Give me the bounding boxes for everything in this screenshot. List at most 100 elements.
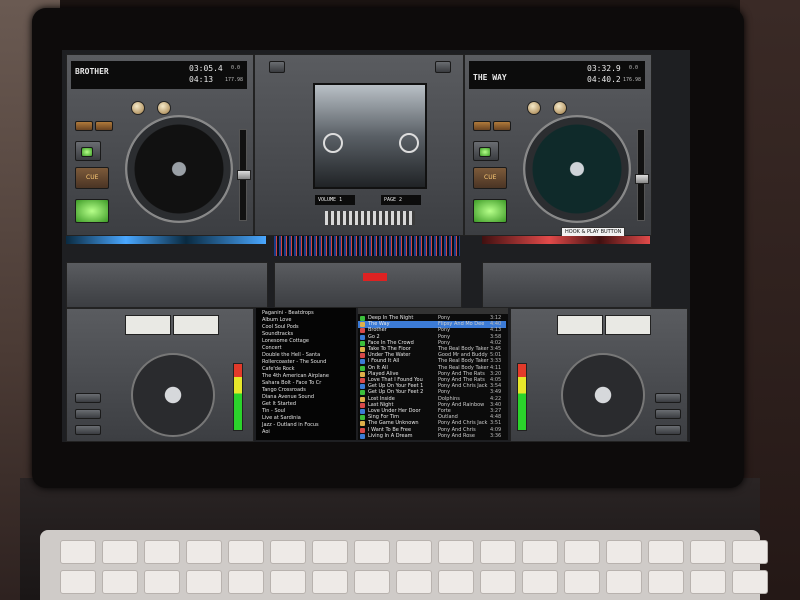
lower-left-button[interactable] bbox=[75, 425, 101, 435]
key bbox=[144, 570, 180, 594]
track-length: 5:01 bbox=[490, 352, 502, 359]
folder-item[interactable]: The 4th American Airplane bbox=[262, 373, 329, 379]
lower-left-button[interactable] bbox=[75, 409, 101, 419]
key bbox=[144, 540, 180, 564]
track-artist: Pony bbox=[438, 389, 451, 396]
folder-item[interactable]: Jazz - Outland in Focus bbox=[262, 422, 319, 428]
folder-item[interactable]: Soundtracks bbox=[262, 331, 293, 337]
folder-item[interactable]: Sahara Bolt - Face To Cr bbox=[262, 380, 321, 386]
folder-item[interactable]: Album Love bbox=[262, 317, 291, 323]
deck-left-jog-wheel[interactable] bbox=[125, 115, 233, 223]
key bbox=[312, 540, 348, 564]
deck-right-cue-label: CUE bbox=[484, 174, 497, 181]
key bbox=[564, 570, 600, 594]
folder-item[interactable]: Aoi bbox=[262, 429, 270, 435]
deck-left-pitch-slider[interactable] bbox=[237, 129, 251, 221]
track-title: On It All bbox=[368, 364, 388, 371]
deck-left-led-icon bbox=[81, 147, 93, 157]
deck-right-pitch-slider[interactable] bbox=[635, 129, 649, 221]
lower-left-button[interactable] bbox=[75, 393, 101, 403]
key bbox=[60, 540, 96, 564]
table-row[interactable]: Living In A Dream Pony And Rose 3:36 bbox=[358, 433, 506, 440]
sampler-left bbox=[66, 262, 268, 308]
deck-left-pitch: 0.0 bbox=[231, 65, 241, 71]
lower-right-button[interactable] bbox=[655, 425, 681, 435]
deck-left-bpm: 177.98 bbox=[225, 77, 244, 83]
track-artist: Forte bbox=[438, 408, 451, 414]
folder-item[interactable]: Diana Avenue Sound bbox=[262, 394, 314, 400]
lower-right-jog-wheel[interactable] bbox=[561, 353, 645, 437]
deck-right-jog-wheel[interactable] bbox=[523, 115, 631, 223]
key bbox=[648, 570, 684, 594]
deck-right-key-knob[interactable] bbox=[527, 101, 541, 115]
folder-item[interactable]: Cafe'de Rock bbox=[262, 366, 295, 372]
track-list-header bbox=[358, 308, 508, 314]
folder-item[interactable]: Paganini - Beatdrops bbox=[262, 310, 314, 316]
key bbox=[228, 540, 264, 564]
track-length: 3:20 bbox=[490, 370, 502, 377]
waveform-left[interactable] bbox=[66, 236, 266, 244]
record-indicator[interactable] bbox=[363, 273, 387, 281]
folder-item[interactable]: Lonesome Cottage bbox=[262, 338, 309, 344]
folder-item[interactable]: Live at Sardinia bbox=[262, 415, 301, 421]
lower-right-button[interactable] bbox=[655, 409, 681, 419]
track-artist: Pony bbox=[438, 339, 451, 346]
track-length: 4:22 bbox=[490, 395, 502, 402]
folder-item[interactable]: Double the Hell - Santa bbox=[262, 352, 320, 358]
key bbox=[270, 540, 306, 564]
track-artist: The Real Body Taker bbox=[438, 358, 489, 365]
deck-left-remain: 04:13 bbox=[189, 75, 214, 84]
deck-left-play-button[interactable] bbox=[75, 199, 109, 223]
key bbox=[648, 540, 684, 564]
track-title: Lost Inside bbox=[368, 395, 395, 402]
video-left-label: VOLUME 1 bbox=[318, 197, 343, 203]
folder-item[interactable]: Rollercoaster - The Sound bbox=[262, 359, 326, 365]
sampler-right bbox=[482, 262, 652, 308]
track-artist: Pony And The Rats bbox=[438, 370, 485, 377]
deck-right-loop-button[interactable] bbox=[473, 121, 491, 131]
deck-left-loop-button[interactable] bbox=[95, 121, 113, 131]
video-preview bbox=[313, 83, 427, 189]
key bbox=[606, 540, 642, 564]
browser-folder-tree[interactable]: Paganini - Beatdrops Album Love Cool Sou… bbox=[256, 308, 356, 440]
deck-right-elapsed: 03:32.9 bbox=[587, 64, 621, 73]
key bbox=[102, 570, 138, 594]
deck-left-cue-label: CUE bbox=[86, 174, 99, 181]
folder-item[interactable]: Tango Crossroads bbox=[262, 387, 306, 393]
track-title: The Way bbox=[368, 321, 390, 328]
folder-item[interactable]: Cool Soul Pods bbox=[262, 324, 299, 330]
lower-left-jog-wheel[interactable] bbox=[131, 353, 215, 437]
track-length: 4:11 bbox=[490, 364, 502, 371]
track-length: 4:05 bbox=[490, 377, 502, 383]
deck-right-play-button[interactable] bbox=[473, 199, 507, 223]
key bbox=[60, 570, 96, 594]
folder-item[interactable]: Get It Started bbox=[262, 401, 296, 407]
track-list[interactable]: Deep In The Night Pony 3:12 The Way Flipsy A… bbox=[358, 308, 508, 440]
deck-left-title: BROTHER bbox=[75, 67, 109, 76]
track-title: Love Under Her Door bbox=[368, 408, 421, 414]
deck-right-loop-button[interactable] bbox=[493, 121, 511, 131]
track-artist: The Real Body Taker bbox=[438, 364, 489, 371]
lower-right-button[interactable] bbox=[655, 393, 681, 403]
deck-left-loop-button[interactable] bbox=[75, 121, 93, 131]
deck-left-key-knob[interactable] bbox=[157, 101, 171, 115]
key bbox=[732, 540, 768, 564]
waveform-center[interactable] bbox=[274, 236, 460, 256]
track-length: 3:49 bbox=[490, 389, 502, 396]
folder-item[interactable]: Concert bbox=[262, 345, 282, 351]
track-length: 4:09 bbox=[490, 426, 502, 433]
deck-left-cue-button[interactable]: CUE bbox=[75, 167, 109, 189]
waveform-right[interactable] bbox=[482, 236, 650, 244]
video-dial-icon[interactable] bbox=[399, 133, 419, 153]
video-dial-icon[interactable] bbox=[323, 133, 343, 153]
mixer-button[interactable] bbox=[269, 61, 285, 73]
mixer-button[interactable] bbox=[435, 61, 451, 73]
crossfader-track[interactable] bbox=[325, 211, 415, 225]
deck-left-key-knob[interactable] bbox=[131, 101, 145, 115]
track-title: Last Night bbox=[368, 401, 394, 408]
deck-right-key-knob[interactable] bbox=[553, 101, 567, 115]
deck-right-title: THE WAY bbox=[473, 73, 507, 82]
deck-right-cue-button[interactable]: CUE bbox=[473, 167, 507, 189]
track-title: Get Up On Your Feet 2 bbox=[368, 389, 424, 396]
folder-item[interactable]: Tin - Soul bbox=[262, 408, 285, 414]
